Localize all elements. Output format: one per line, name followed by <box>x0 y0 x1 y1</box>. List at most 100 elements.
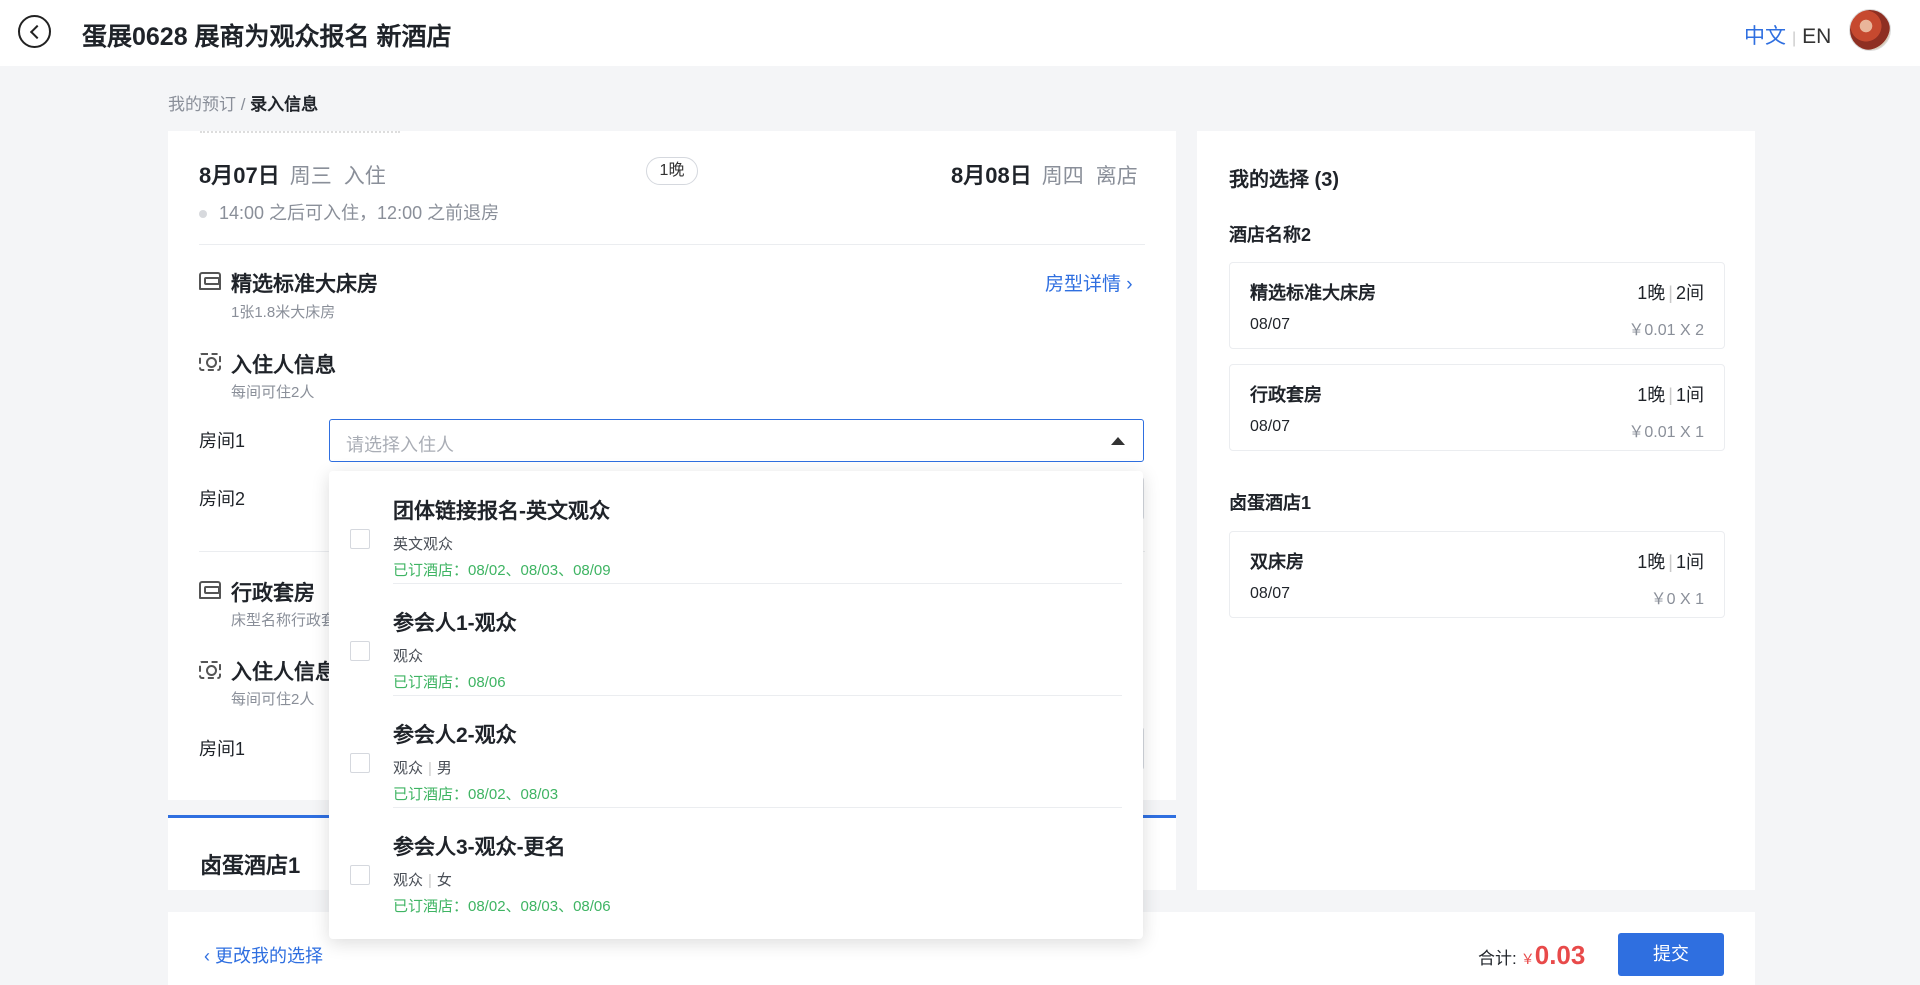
guest-option-checkbox[interactable] <box>350 753 370 773</box>
selection-nights: 1晚 <box>1637 552 1666 572</box>
back-arrow-icon[interactable] <box>18 15 51 48</box>
currency-symbol: ￥ <box>1520 951 1535 967</box>
room-label: 房间1 <box>199 739 246 759</box>
guest-option-booked: 已订酒店：08/02、08/03、08/09 <box>393 562 611 579</box>
checkout-date: 8月08日 周四 离店 <box>951 158 1138 190</box>
role-divider: | <box>428 872 432 889</box>
checkin-label: 入住 <box>343 165 386 188</box>
qty-divider: | <box>1668 552 1673 572</box>
checkin-policy: 14:00 之后可入住，12:00 之前退房 <box>199 199 499 225</box>
language-switch: 中文 | EN <box>1744 20 1831 50</box>
guest-option-role: 观众 | 女 <box>393 869 452 890</box>
guest-option-checkbox[interactable] <box>350 641 370 661</box>
bed-description: 床型名称行政套 <box>231 612 337 629</box>
selection-room-name: 精选标准大床房 <box>1250 283 1376 303</box>
change-selection-link[interactable]: ‹ 更改我的选择 <box>204 942 323 968</box>
room-label: 房间1 <box>199 431 246 451</box>
chevron-left-icon: ‹ <box>204 946 215 966</box>
guest-option-name: 参会人2-观众 <box>393 724 517 747</box>
guest-option[interactable]: 参会人3-观众-更名 观众 | 女 已订酒店：08/02、08/03、08/06 <box>329 807 1143 919</box>
guest-option[interactable]: 团体链接报名-英文观众 英文观众 已订酒店：08/02、08/03、08/09 <box>329 471 1143 584</box>
role-divider: | <box>428 760 432 777</box>
selection-room-count: 1间 <box>1675 385 1704 405</box>
guest-info-title: 入住人信息 <box>231 354 336 377</box>
room-detail-link[interactable]: 房型详情 › <box>1045 269 1133 296</box>
guest-gender-text: 女 <box>436 872 452 889</box>
breadcrumb-current: 录入信息 <box>250 95 319 114</box>
selection-room-count: 2间 <box>1675 283 1704 303</box>
guest-info-title: 入住人信息 <box>231 661 336 684</box>
bed-icon <box>199 272 221 290</box>
room-detail-link-text: 房型详情 <box>1045 274 1122 295</box>
selection-room-name: 行政套房 <box>1250 385 1322 405</box>
bed-description: 1张1.8米大床房 <box>231 304 336 321</box>
breadcrumb-parent[interactable]: 我的预订 <box>168 95 236 114</box>
guest-option-checkbox[interactable] <box>350 529 370 549</box>
page-title: 蛋展0628 展商为观众报名 新酒店 <box>82 23 452 51</box>
selection-item: 双床房 1晚 | 1间 08/07 ￥0 X 1 <box>1229 531 1725 618</box>
guest-option-booked: 已订酒店：08/06 <box>393 674 506 691</box>
top-bar: 蛋展0628 展商为观众报名 新酒店 中文 | EN <box>0 0 1920 66</box>
caret-up-icon <box>1111 437 1125 445</box>
selection-nights: 1晚 <box>1637 385 1666 405</box>
room-type-name: 行政套房 <box>231 582 315 605</box>
guest-option-checkbox[interactable] <box>350 865 370 885</box>
guest-option-role: 英文观众 <box>393 533 453 554</box>
selection-qty: 1晚 | 1间 <box>1637 381 1704 407</box>
guest-scan-icon <box>199 661 221 679</box>
checkin-weekday: 周三 <box>289 165 332 188</box>
guest-option[interactable]: 参会人2-观众 观众 | 男 已订酒店：08/02、08/03 <box>329 695 1143 808</box>
guest-option-name: 参会人1-观众 <box>393 612 517 635</box>
checkin-date-value: 8月07日 <box>199 163 280 188</box>
selection-price: ￥0.01 X 2 <box>1628 322 1704 339</box>
lang-zh-link[interactable]: 中文 <box>1744 25 1786 48</box>
guest-option-role: 观众 | 男 <box>393 757 452 778</box>
guest-gender-text: 男 <box>436 760 452 777</box>
selection-date: 08/07 <box>1250 316 1291 333</box>
selection-item: 精选标准大床房 1晚 | 2间 08/07 ￥0.01 X 2 <box>1229 262 1725 349</box>
room-type-name: 精选标准大床房 <box>231 273 378 296</box>
nights-badge: 1晚 <box>646 157 698 185</box>
checkin-policy-text: 14:00 之后可入住，12:00 之前退房 <box>219 203 500 223</box>
selection-date: 08/07 <box>1250 418 1291 435</box>
checkout-date-value: 8月08日 <box>951 163 1032 188</box>
guest-role-text: 观众 <box>393 648 424 665</box>
selection-qty: 1晚 | 1间 <box>1637 548 1704 574</box>
selection-qty: 1晚 | 2间 <box>1637 279 1704 305</box>
selection-hotel-name: 卤蛋酒店1 <box>1229 493 1312 513</box>
guest-scan-icon <box>199 353 221 371</box>
room-label: 房间2 <box>199 489 246 509</box>
breadcrumb: 我的预订 / 录入信息 <box>168 90 318 115</box>
scrolled-text-remnant <box>200 131 400 133</box>
bullet-dot-icon <box>199 210 207 219</box>
guest-select-placeholder: 请选择入住人 <box>346 435 454 455</box>
breadcrumb-separator: / <box>236 95 251 114</box>
selection-room-name: 双床房 <box>1250 552 1304 572</box>
user-avatar[interactable] <box>1849 9 1891 51</box>
guest-option-booked: 已订酒店：08/02、08/03、08/06 <box>393 898 611 915</box>
guest-option[interactable]: 参会人1-观众 观众 已订酒店：08/06 <box>329 583 1143 696</box>
hotel-section-name: 卤蛋酒店1 <box>200 853 301 878</box>
guest-select-dropdown: 团体链接报名-英文观众 英文观众 已订酒店：08/02、08/03、08/09 … <box>329 471 1143 939</box>
lang-en-link[interactable]: EN <box>1802 25 1831 48</box>
bed-icon <box>199 581 221 599</box>
total-amount: 0.03 <box>1534 940 1586 970</box>
guest-select-room1[interactable]: 请选择入住人 <box>329 419 1144 462</box>
order-total: 合计: ￥0.03 <box>1478 940 1585 971</box>
total-label: 合计: <box>1478 949 1517 968</box>
lang-divider: | <box>1792 30 1797 47</box>
guest-option-name: 参会人3-观众-更名 <box>393 836 566 859</box>
guest-option-name: 团体链接报名-英文观众 <box>393 500 610 523</box>
selection-price: ￥0.01 X 1 <box>1628 424 1704 441</box>
selection-date: 08/07 <box>1250 585 1291 602</box>
change-selection-text: 更改我的选择 <box>215 946 323 966</box>
selection-price: ￥0 X 1 <box>1650 591 1704 608</box>
chevron-right-icon: › <box>1126 274 1133 295</box>
my-selection-panel: 我的选择 (3) 酒店名称2 精选标准大床房 1晚 | 2间 08/07 ￥0.01… <box>1197 131 1755 890</box>
guest-capacity-note: 每间可住2人 <box>231 691 315 708</box>
guest-role-text: 观众 <box>393 872 424 889</box>
submit-button[interactable]: 提交 <box>1618 933 1724 976</box>
selection-nights: 1晚 <box>1637 283 1666 303</box>
my-selection-title: 我的选择 (3) <box>1229 169 1339 191</box>
guest-role-text: 观众 <box>393 760 424 777</box>
